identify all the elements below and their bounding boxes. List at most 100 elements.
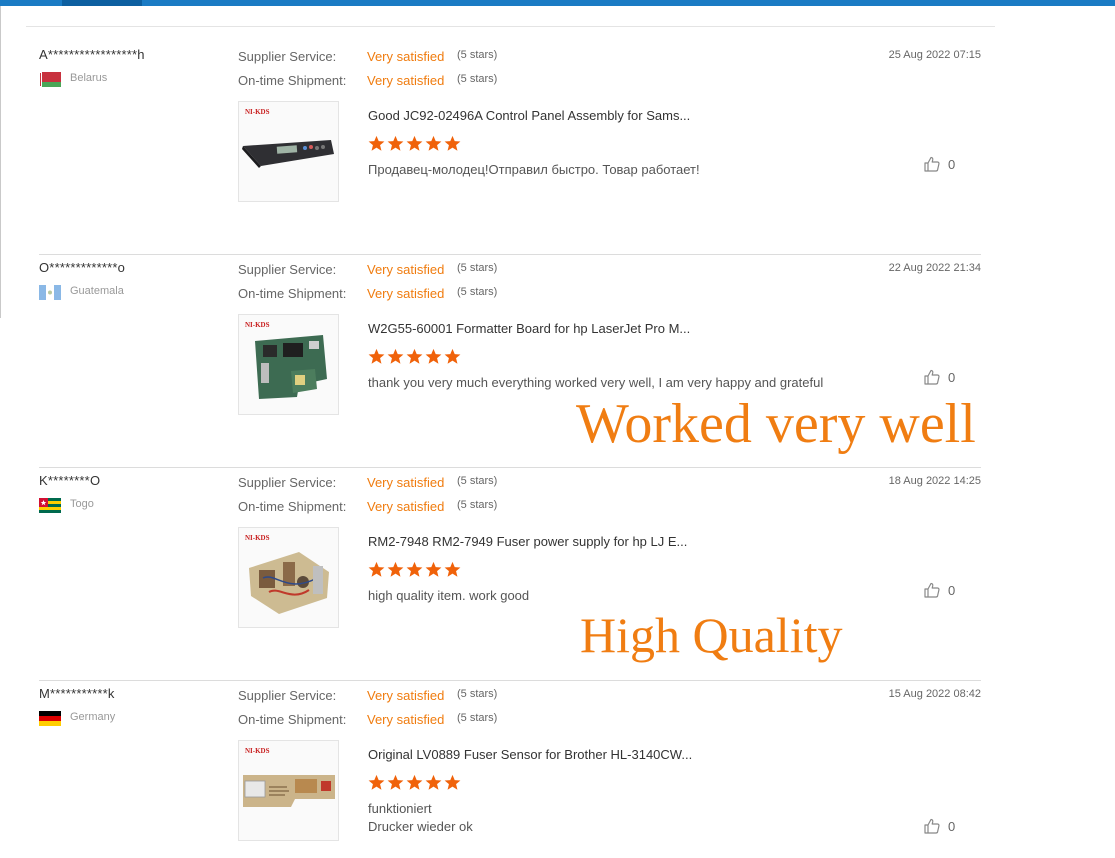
star-icon — [387, 348, 404, 364]
product-thumbnail[interactable]: NI-KDS — [238, 740, 339, 841]
power-supply-image — [249, 552, 329, 614]
review-date: 18 Aug 2022 14:25 — [888, 475, 981, 487]
star-icon — [368, 774, 385, 790]
star-icon — [368, 348, 385, 364]
ontime-shipment-stars: (5 stars) — [457, 73, 498, 85]
feedback-text: Продавец-молодец!Отправил быстро. Товар … — [368, 162, 700, 177]
feedback-text: funktioniert Drucker wieder ok — [368, 800, 868, 836]
product-thumbnail[interactable]: NI-KDS — [238, 101, 339, 202]
product-title-link[interactable]: Original LV0889 Fuser Sensor for Brother… — [368, 747, 728, 762]
star-rating — [368, 348, 461, 366]
supplier-service-label: Supplier Service: — [238, 49, 337, 64]
like-button[interactable]: 0 — [923, 367, 963, 387]
buyer-country: Germany — [70, 711, 116, 723]
star-icon — [425, 348, 442, 364]
overlay-worked-very-well: Worked very well — [576, 393, 976, 455]
formatter-board-image — [255, 335, 327, 399]
buyer-name: O*************o — [39, 260, 126, 275]
thumbs-up-icon — [924, 369, 940, 385]
like-count: 0 — [948, 582, 956, 598]
review-date: 22 Aug 2022 21:34 — [888, 262, 981, 274]
supplier-service-stars: (5 stars) — [457, 49, 498, 61]
review-item: A*****************h Belarus Supplier Ser… — [39, 42, 981, 255]
star-icon — [444, 135, 461, 151]
list-top-divider — [26, 26, 995, 27]
supplier-service-value: Very satisfied — [367, 262, 445, 277]
review-date: 15 Aug 2022 08:42 — [888, 688, 981, 700]
like-button[interactable]: 0 — [923, 816, 963, 836]
belarus-flag — [39, 72, 61, 87]
overlay-high-quality: High Quality — [580, 607, 843, 663]
ontime-shipment-value: Very satisfied — [367, 73, 445, 88]
supplier-service-stars: (5 stars) — [457, 688, 498, 700]
supplier-service-label: Supplier Service: — [238, 262, 337, 277]
star-icon — [444, 774, 461, 790]
ontime-shipment-stars: (5 stars) — [457, 712, 498, 724]
star-icon — [444, 561, 461, 577]
ontime-shipment-stars: (5 stars) — [457, 499, 498, 511]
review-item: M***********k Germany Supplier Service: … — [39, 681, 981, 858]
feedback-text: high quality item. work good — [368, 588, 530, 603]
left-panel-border — [0, 6, 1, 318]
active-tab-indicator — [62, 0, 142, 6]
ontime-shipment-value: Very satisfied — [367, 499, 445, 514]
like-count: 0 — [948, 369, 956, 385]
star-icon — [425, 135, 442, 151]
product-thumbnail[interactable]: NI-KDS — [238, 314, 339, 415]
star-icon — [387, 135, 404, 151]
star-icon — [406, 348, 423, 364]
supplier-service-value: Very satisfied — [367, 475, 445, 490]
feedback-text: thank you very much everything worked ve… — [368, 375, 824, 390]
star-rating — [368, 774, 461, 792]
ontime-shipment-stars: (5 stars) — [457, 286, 498, 298]
germany-flag — [39, 711, 61, 726]
supplier-service-value: Very satisfied — [367, 688, 445, 703]
star-icon — [444, 348, 461, 364]
togo-flag — [39, 498, 61, 513]
buyer-country: Guatemala — [70, 285, 124, 297]
supplier-service-label: Supplier Service: — [238, 688, 337, 703]
guatemala-flag — [39, 285, 61, 300]
buyer-country: Togo — [70, 498, 94, 510]
thumbs-up-icon — [924, 156, 940, 172]
star-icon — [387, 774, 404, 790]
star-rating — [368, 135, 461, 153]
product-title-link[interactable]: Good JC92-02496A Control Panel Assembly … — [368, 108, 728, 123]
ontime-shipment-label: On-time Shipment: — [238, 286, 347, 301]
product-title-link[interactable]: RM2-7948 RM2-7949 Fuser power supply for… — [368, 534, 728, 549]
product-title-link[interactable]: W2G55-60001 Formatter Board for hp Laser… — [368, 321, 728, 336]
like-count: 0 — [948, 156, 956, 172]
ontime-shipment-value: Very satisfied — [367, 286, 445, 301]
star-rating — [368, 561, 461, 579]
ontime-shipment-value: Very satisfied — [367, 712, 445, 727]
star-icon — [406, 774, 423, 790]
feedback-line: Drucker wieder ok — [368, 819, 473, 834]
fuser-sensor-image — [243, 775, 335, 807]
like-button[interactable]: 0 — [923, 154, 963, 174]
supplier-service-stars: (5 stars) — [457, 262, 498, 274]
top-accent-bar — [0, 0, 1115, 6]
like-button[interactable]: 0 — [923, 580, 963, 600]
buyer-name: M***********k — [39, 686, 115, 701]
buyer-name: A*****************h — [39, 47, 145, 62]
review-date: 25 Aug 2022 07:15 — [888, 49, 981, 61]
feedback-line: funktioniert — [368, 801, 432, 816]
ontime-shipment-label: On-time Shipment: — [238, 499, 347, 514]
supplier-service-label: Supplier Service: — [238, 475, 337, 490]
control-panel-image — [242, 140, 334, 168]
star-icon — [406, 135, 423, 151]
star-icon — [368, 561, 385, 577]
star-icon — [406, 561, 423, 577]
buyer-country: Belarus — [70, 72, 108, 84]
star-icon — [387, 561, 404, 577]
like-count: 0 — [948, 818, 956, 834]
buyer-name: K********O — [39, 473, 101, 488]
star-icon — [368, 135, 385, 151]
supplier-service-stars: (5 stars) — [457, 475, 498, 487]
product-thumbnail[interactable]: NI-KDS — [238, 527, 339, 628]
supplier-service-value: Very satisfied — [367, 49, 445, 64]
ontime-shipment-label: On-time Shipment: — [238, 73, 347, 88]
ontime-shipment-label: On-time Shipment: — [238, 712, 347, 727]
thumbs-up-icon — [924, 582, 940, 598]
star-icon — [425, 774, 442, 790]
